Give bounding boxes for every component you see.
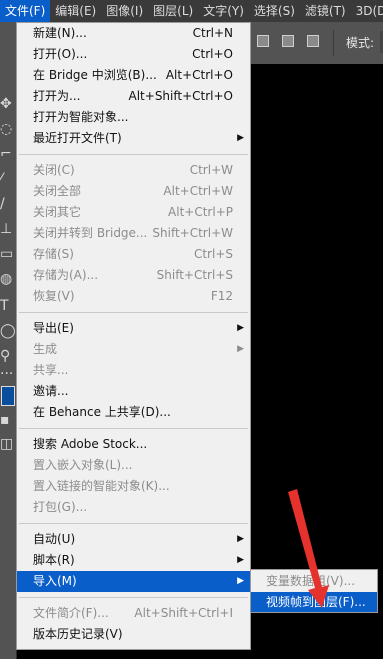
submenu-arrow-icon: ▶ xyxy=(237,323,244,333)
menu-item-save[interactable]: 存储(S) Ctrl+S xyxy=(17,244,250,265)
blur-tool-icon[interactable]: ◍ xyxy=(0,269,16,289)
menu-item-automate[interactable]: 自动(U) ▶ xyxy=(17,529,250,550)
menu-separator xyxy=(19,312,248,313)
submenu-item-video-frames-to-layers[interactable]: 视频帧到图层(F)... xyxy=(251,592,377,612)
move-tool-icon[interactable]: ✥ xyxy=(0,94,16,114)
menu-item-browse-bridge[interactable]: 在 Bridge 中浏览(B)... Alt+Ctrl+O xyxy=(17,65,250,86)
menu-item-open-as[interactable]: 打开为... Alt+Shift+Ctrl+O xyxy=(17,86,250,107)
foreground-color-swatch[interactable] xyxy=(1,386,15,406)
menu-item-file-info[interactable]: 文件简介(F)... Alt+Shift+Ctrl+I xyxy=(17,603,250,624)
menu-bar: 文件(F) 编辑(E) 图像(I) 图层(L) 文字(Y) 选择(S) 滤镜(T… xyxy=(0,0,383,22)
file-menu: 新建(N)... Ctrl+N 打开(O)... Ctrl+O 在 Bridge… xyxy=(16,22,251,650)
menu-edit[interactable]: 编辑(E) xyxy=(50,0,101,22)
submenu-arrow-icon: ▶ xyxy=(237,534,244,544)
menu-item-scripts[interactable]: 脚本(R) ▶ xyxy=(17,550,250,571)
menu-item-generate[interactable]: 生成 ▶ xyxy=(17,339,250,360)
menu-select[interactable]: 选择(S) xyxy=(249,0,300,22)
submenu-arrow-icon: ▶ xyxy=(237,576,244,586)
menu-item-share-behance[interactable]: 在 Behance 上共享(D)... xyxy=(17,402,250,423)
hand-tool-icon[interactable]: ··· xyxy=(0,364,16,384)
quick-mask-icon[interactable]: ◫ xyxy=(0,434,16,454)
menu-item-save-as[interactable]: 存储为(A)... Shift+Ctrl+S xyxy=(17,265,250,286)
submenu-arrow-icon: ▶ xyxy=(237,555,244,565)
zoom-tool-icon[interactable]: ⚲ xyxy=(0,346,16,366)
menu-item-close-go-bridge[interactable]: 关闭并转到 Bridge... Shift+Ctrl+W xyxy=(17,223,250,244)
submenu-arrow-icon: ▶ xyxy=(237,133,244,143)
stamp-tool-icon[interactable]: ⊥ xyxy=(0,219,16,239)
menu-3d[interactable]: 3D(D) xyxy=(351,0,383,22)
menu-image[interactable]: 图像(I) xyxy=(101,0,148,22)
options-divider xyxy=(333,30,334,56)
submenu-arrow-icon: ▶ xyxy=(237,344,244,354)
menu-separator xyxy=(19,597,248,598)
submenu-item-variable-data[interactable]: 变量数据组(V)... xyxy=(251,571,377,591)
menu-item-close-all[interactable]: 关闭全部 Alt+Ctrl+W xyxy=(17,181,250,202)
menu-separator xyxy=(19,523,248,524)
menu-item-revert[interactable]: 恢复(V) F12 xyxy=(17,286,250,307)
menu-item-place-linked[interactable]: 置入链接的智能对象(K)... xyxy=(17,476,250,497)
menu-layer[interactable]: 图层(L) xyxy=(148,0,198,22)
menu-item-close-others[interactable]: 关闭其它 Alt+Ctrl+P xyxy=(17,202,250,223)
selection-intersect-icon[interactable] xyxy=(307,35,319,47)
menu-item-search-adobe-stock[interactable]: 搜索 Adobe Stock... xyxy=(17,434,250,455)
import-submenu: 变量数据组(V)... 视频帧到图层(F)... xyxy=(250,569,378,613)
menu-item-place-embedded[interactable]: 置入嵌入对象(L)... xyxy=(17,455,250,476)
eyedropper-tool-icon[interactable]: ⁄ xyxy=(0,169,16,189)
menu-filter[interactable]: 滤镜(T) xyxy=(300,0,351,22)
shape-tool-icon[interactable]: ◯ xyxy=(0,321,16,341)
crop-tool-icon[interactable]: ⌐ xyxy=(0,144,16,164)
menu-item-version-history[interactable]: 版本历史记录(V) xyxy=(17,624,250,645)
menu-item-import[interactable]: 导入(M) ▶ xyxy=(17,571,250,592)
type-tool-icon[interactable]: T xyxy=(0,296,16,316)
selection-add-icon[interactable] xyxy=(282,35,294,47)
lasso-tool-icon[interactable]: ◌ xyxy=(0,119,16,139)
menu-item-export[interactable]: 导出(E) ▶ xyxy=(17,318,250,339)
menu-item-open[interactable]: 打开(O)... Ctrl+O xyxy=(17,44,250,65)
menu-item-new[interactable]: 新建(N)... Ctrl+N xyxy=(17,23,250,44)
brush-tool-icon[interactable]: / xyxy=(0,194,16,214)
menu-item-invite[interactable]: 邀请... xyxy=(17,381,250,402)
menu-item-share[interactable]: 共享... xyxy=(17,360,250,381)
menu-type[interactable]: 文字(Y) xyxy=(198,0,249,22)
menu-separator xyxy=(19,428,248,429)
menu-item-recent-files[interactable]: 最近打开文件(T) ▶ xyxy=(17,128,250,149)
selection-new-icon[interactable] xyxy=(257,35,269,47)
gradient-tool-icon[interactable]: ▭ xyxy=(0,244,16,264)
menu-separator xyxy=(19,154,248,155)
menu-item-package[interactable]: 打包(G)... xyxy=(17,497,250,518)
menu-item-close[interactable]: 关闭(C) Ctrl+W xyxy=(17,160,250,181)
tools-panel: ✥ ◌ ⌐ ⁄ / ⊥ ▭ ◍ T ◯ ⚲ ··· ▪ ◫ xyxy=(0,64,17,659)
swap-colors-icon[interactable]: ▪ xyxy=(0,410,16,430)
mode-label: 模式: xyxy=(346,36,375,50)
menu-file[interactable]: 文件(F) xyxy=(0,0,51,22)
menu-item-open-smart-object[interactable]: 打开为智能对象... xyxy=(17,107,250,128)
